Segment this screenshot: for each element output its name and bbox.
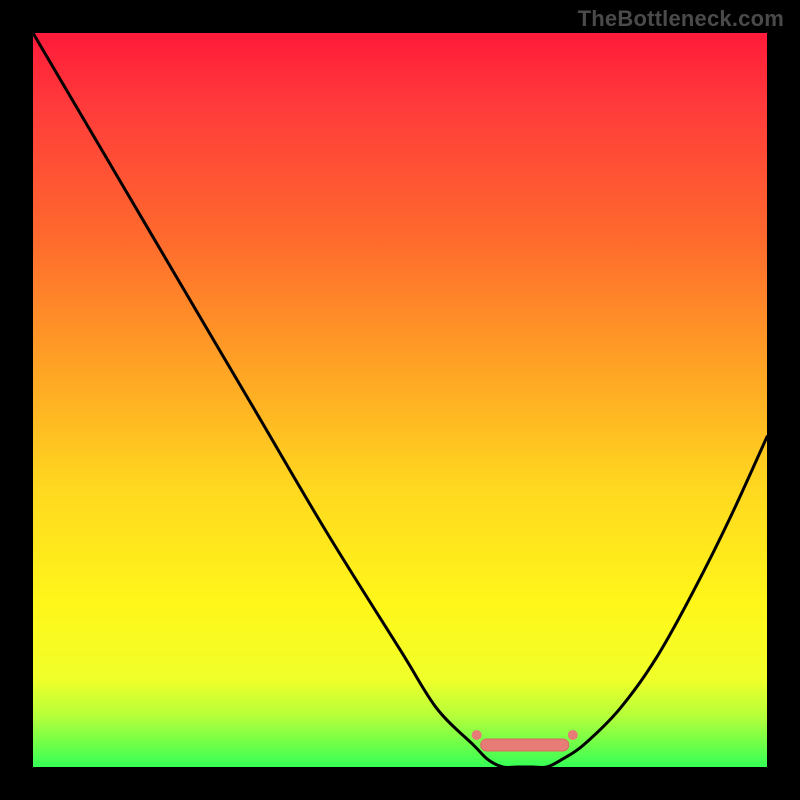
sweet-spot-band bbox=[472, 730, 578, 751]
chart-frame: TheBottleneck.com bbox=[0, 0, 800, 800]
bottleneck-curve bbox=[33, 33, 767, 768]
watermark-text: TheBottleneck.com bbox=[578, 6, 784, 32]
chart-svg bbox=[33, 33, 767, 767]
plot-area bbox=[33, 33, 767, 767]
